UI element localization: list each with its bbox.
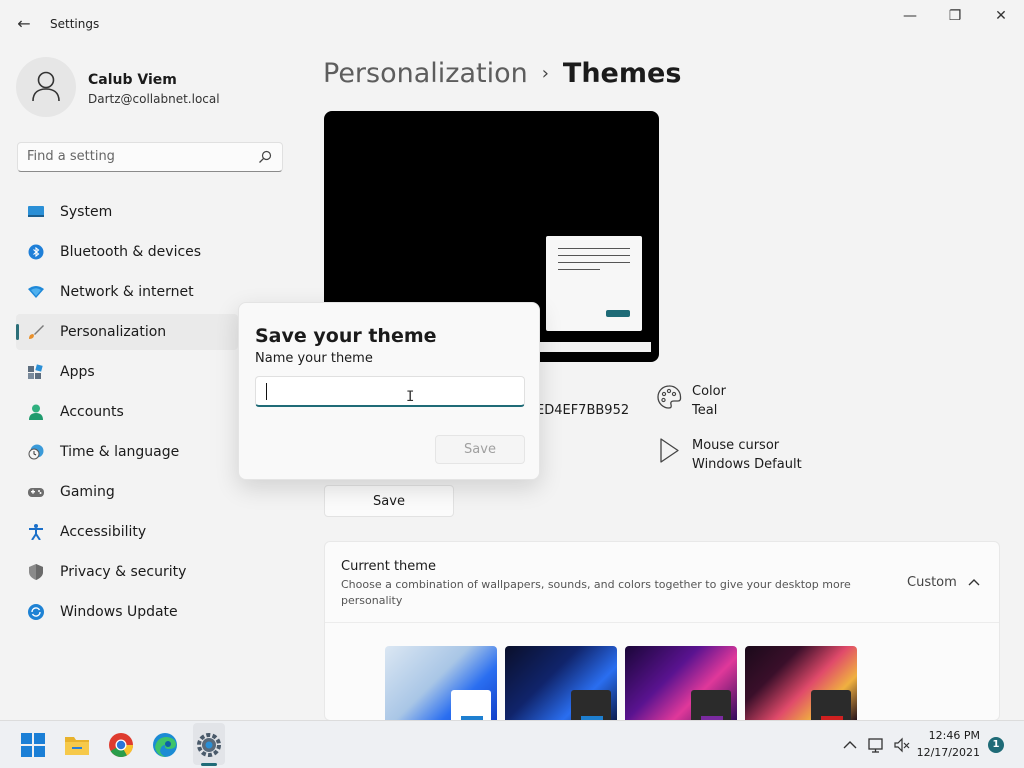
save-theme-button[interactable]: Save: [324, 485, 454, 517]
settings-icon[interactable]: [195, 731, 223, 759]
wifi-icon: [28, 286, 44, 298]
active-indicator: [16, 324, 19, 340]
current-theme-title: Current theme: [341, 559, 436, 574]
color-setting[interactable]: Color Teal: [656, 384, 796, 424]
active-app-indicator: [201, 763, 217, 766]
apps-icon: [28, 364, 43, 379]
sidebar-item-label: Time & language: [60, 444, 180, 460]
dialog-title: Save your theme: [255, 325, 437, 347]
theme-thumbnail[interactable]: [625, 646, 737, 722]
sidebar-item-apps[interactable]: Apps: [16, 354, 238, 390]
start-icon[interactable]: [19, 731, 47, 759]
close-button[interactable]: ✕: [978, 5, 1024, 29]
chrome-icon[interactable]: [107, 731, 135, 759]
sidebar-item-label: Network & internet: [60, 284, 194, 300]
mouse-cursor-setting[interactable]: Mouse cursor Windows Default: [656, 438, 816, 478]
theme-name-input[interactable]: [256, 377, 524, 405]
app-title: Settings: [50, 17, 100, 31]
sidebar-item-network[interactable]: Network & internet: [16, 274, 238, 310]
save-theme-dialog: Save your theme Name your theme I Save: [238, 302, 540, 480]
ibeam-cursor-icon: I: [406, 389, 415, 405]
clock-globe-icon: [28, 444, 44, 460]
bluetooth-icon: [28, 244, 44, 260]
sidebar-item-system[interactable]: System: [16, 194, 238, 230]
sidebar-item-label: Accounts: [60, 404, 124, 420]
sidebar-item-windows-update[interactable]: Windows Update: [16, 594, 238, 630]
network-icon[interactable]: [867, 736, 885, 754]
taskbar: 12:46 PM 12/17/2021 1: [0, 720, 1024, 768]
preview-accent-button: [606, 310, 630, 317]
breadcrumb: Personalization › Themes: [323, 58, 681, 89]
sidebar-item-label: Personalization: [60, 324, 167, 340]
sidebar-nav: System Bluetooth & devices Network & int…: [16, 194, 238, 634]
file-explorer-icon[interactable]: [63, 731, 91, 759]
palette-icon: [657, 385, 682, 409]
sidebar-item-label: System: [60, 204, 113, 220]
dialog-label: Name your theme: [255, 351, 373, 366]
shield-icon: [29, 564, 43, 580]
theme-thumbnail[interactable]: [745, 646, 857, 722]
current-theme-description: Choose a combination of wallpapers, soun…: [341, 578, 851, 607]
chevron-right-icon: ›: [541, 63, 549, 84]
current-theme-value: Custom: [907, 575, 957, 590]
text-caret: [266, 383, 267, 400]
sidebar-item-time-language[interactable]: Time & language: [16, 434, 238, 470]
back-button[interactable]: ←: [12, 12, 36, 36]
profile-email: Dartz@collabnet.local: [88, 92, 220, 106]
edge-icon[interactable]: [151, 731, 179, 759]
back-arrow-icon: ←: [17, 14, 31, 33]
current-theme-card[interactable]: Current theme Choose a combination of wa…: [324, 541, 1000, 722]
chevron-up-icon[interactable]: [841, 736, 859, 754]
sidebar-item-accessibility[interactable]: Accessibility: [16, 514, 238, 550]
clock-date[interactable]: 12/17/2021: [900, 746, 980, 759]
background-value: ED4EF7BB952: [536, 403, 630, 418]
sidebar-item-label: Gaming: [60, 484, 115, 500]
cursor-value: Windows Default: [692, 457, 802, 472]
clock-time[interactable]: 12:46 PM: [900, 729, 980, 742]
sidebar-item-label: Bluetooth & devices: [60, 244, 202, 260]
cursor-icon: [660, 438, 679, 463]
paintbrush-icon: [29, 325, 44, 339]
minimize-button[interactable]: —: [887, 5, 933, 29]
sidebar-item-accounts[interactable]: Accounts: [16, 394, 238, 430]
color-value: Teal: [692, 403, 718, 418]
theme-thumbnail[interactable]: [385, 646, 497, 722]
color-title: Color: [692, 384, 726, 399]
sidebar-item-gaming[interactable]: Gaming: [16, 474, 238, 510]
sidebar-item-label: Windows Update: [60, 604, 178, 620]
theme-name-field[interactable]: I: [255, 376, 525, 407]
sidebar-item-label: Privacy & security: [60, 564, 187, 580]
preview-window: [546, 236, 642, 331]
chevron-up-icon[interactable]: [967, 575, 981, 589]
avatar[interactable]: [16, 57, 76, 117]
maximize-button[interactable]: ❐: [932, 5, 978, 29]
sidebar-item-label: Apps: [60, 364, 95, 380]
theme-thumbnail[interactable]: [505, 646, 617, 722]
breadcrumb-parent[interactable]: Personalization: [323, 58, 528, 89]
search-box[interactable]: [17, 142, 283, 172]
person-icon: [29, 404, 43, 420]
cursor-title: Mouse cursor: [692, 438, 780, 453]
gamepad-icon: [28, 488, 44, 497]
sidebar-item-privacy[interactable]: Privacy & security: [16, 554, 238, 590]
update-icon: [28, 604, 44, 620]
page-title: Themes: [562, 58, 682, 89]
profile-name: Calub Viem: [88, 72, 177, 88]
accessibility-icon: [29, 524, 43, 540]
title-bar: ← Settings — ❐ ✕: [0, 0, 1024, 48]
notification-badge[interactable]: 1: [988, 737, 1004, 753]
monitor-icon: [28, 206, 44, 217]
search-input[interactable]: [27, 149, 247, 164]
sidebar-item-personalization[interactable]: Personalization: [16, 314, 238, 350]
dialog-save-button[interactable]: Save: [435, 435, 525, 464]
sidebar-item-bluetooth[interactable]: Bluetooth & devices: [16, 234, 238, 270]
sidebar-item-label: Accessibility: [60, 524, 147, 540]
user-icon: [32, 71, 60, 102]
search-icon[interactable]: [258, 150, 272, 164]
